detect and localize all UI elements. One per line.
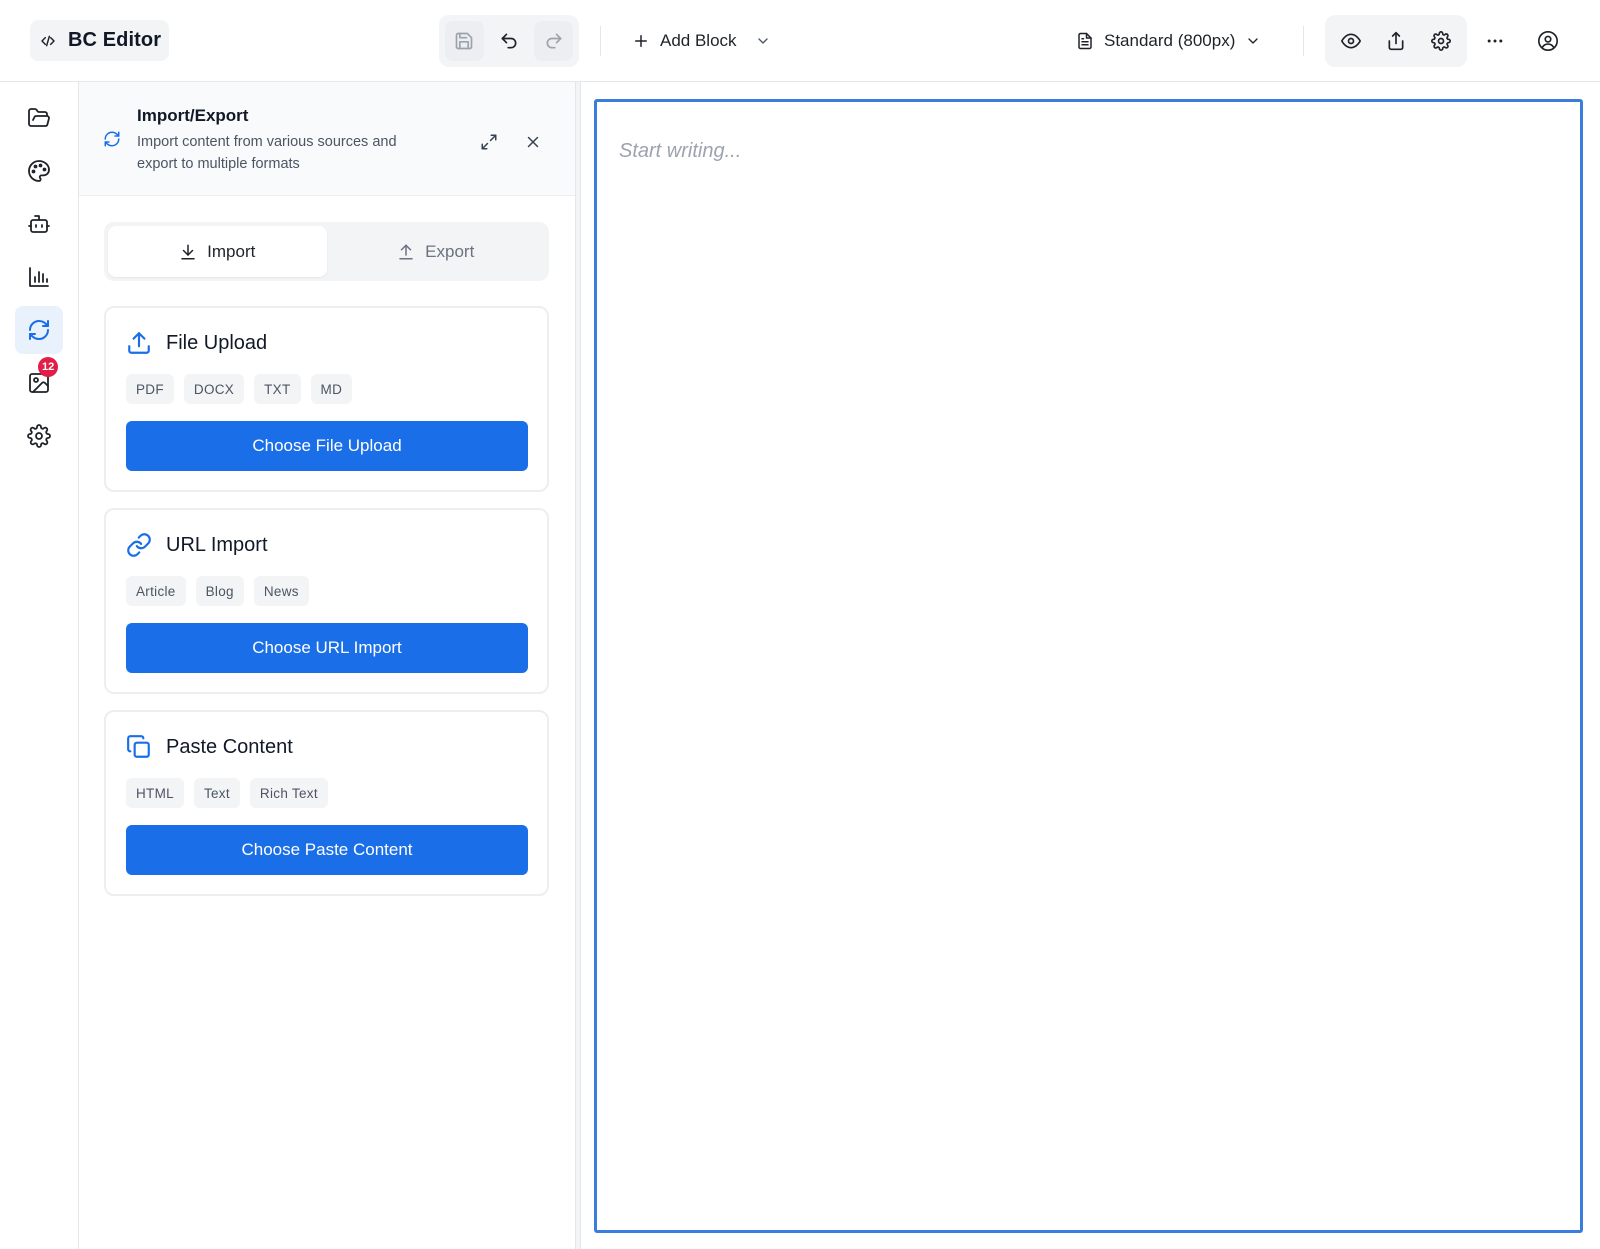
redo-icon — [544, 31, 564, 51]
card-title: Paste Content — [166, 735, 293, 758]
format-chip: HTML — [126, 778, 184, 808]
more-button[interactable] — [1476, 22, 1514, 60]
app-title: BC Editor — [68, 29, 162, 51]
add-block-button[interactable]: Add Block — [632, 22, 771, 60]
undo-button[interactable] — [490, 21, 529, 61]
folder-open-icon — [27, 106, 51, 130]
bar-chart-icon — [27, 265, 51, 289]
expand-icon — [480, 133, 498, 151]
expand-panel-button[interactable] — [475, 128, 503, 156]
refresh-icon — [103, 130, 121, 148]
format-chip: DOCX — [183, 374, 245, 404]
rail-item-media[interactable]: 12 — [15, 357, 63, 407]
plus-icon — [632, 32, 650, 50]
choose-url-import-button[interactable]: Choose URL Import — [126, 623, 528, 673]
link-icon — [126, 532, 152, 558]
tab-label: Export — [425, 241, 475, 261]
editor-placeholder: Start writing... — [619, 140, 742, 162]
view-actions-group — [1325, 15, 1467, 67]
palette-icon — [27, 159, 51, 183]
redo-button[interactable] — [534, 21, 574, 61]
page-size-select[interactable]: Standard (800px) — [1076, 22, 1261, 60]
history-group — [439, 15, 579, 67]
format-chip: TXT — [254, 374, 301, 404]
upload-icon — [397, 243, 415, 261]
gear-icon — [1430, 31, 1451, 51]
save-icon — [454, 31, 474, 51]
settings-button[interactable] — [1422, 22, 1460, 60]
preview-button[interactable] — [1332, 22, 1370, 60]
import-export-panel: Import/Export Import content from variou… — [79, 82, 575, 1249]
save-button[interactable] — [445, 21, 484, 61]
download-icon — [179, 243, 197, 261]
user-menu-button[interactable] — [1529, 22, 1567, 60]
copy-icon — [126, 734, 152, 760]
rail-item-import-export[interactable] — [15, 306, 63, 354]
document-icon — [1076, 32, 1094, 50]
app-brand[interactable]: BC Editor — [30, 20, 170, 61]
page-size-label: Standard (800px) — [1104, 31, 1236, 50]
bot-icon — [27, 212, 51, 236]
format-chip: Rich Text — [249, 778, 328, 808]
user-circle-icon — [1537, 30, 1559, 52]
tab-label: Import — [207, 241, 256, 261]
rail-item-files[interactable] — [15, 94, 63, 142]
panel-description: Import content from various sources and … — [137, 134, 397, 172]
eye-icon — [1341, 31, 1362, 51]
undo-icon — [499, 31, 519, 51]
format-chip: Article — [126, 576, 186, 606]
code-icon — [40, 33, 56, 49]
icon-rail: 12 — [0, 82, 79, 1249]
chevron-down-icon — [1245, 33, 1261, 49]
panel-header: Import/Export Import content from variou… — [79, 82, 575, 196]
tab-export[interactable]: Export — [327, 226, 546, 277]
share-button[interactable] — [1377, 22, 1415, 60]
panel-title: Import/Export — [137, 106, 249, 125]
format-chip: News — [253, 576, 309, 606]
rail-item-themes[interactable] — [15, 147, 63, 195]
card-title: URL Import — [166, 533, 268, 556]
import-export-tabs: Import Export — [104, 222, 549, 281]
choose-paste-content-button[interactable]: Choose Paste Content — [126, 825, 528, 875]
panel-resize-handle[interactable] — [575, 82, 581, 1249]
rail-item-ai[interactable] — [15, 200, 63, 248]
chevron-down-icon — [755, 33, 771, 49]
paste-content-card: Paste Content HTML Text Rich Text Choose… — [104, 710, 549, 896]
toolbar-divider — [600, 26, 601, 56]
notification-badge: 12 — [38, 357, 59, 377]
top-toolbar: BC Editor Add Block Standard (800px) — [0, 0, 1600, 82]
upload-icon — [126, 330, 152, 356]
url-import-card: URL Import Article Blog News Choose URL … — [104, 508, 549, 694]
card-title: File Upload — [166, 331, 268, 354]
choose-file-upload-button[interactable]: Choose File Upload — [126, 421, 528, 471]
rail-item-analytics[interactable] — [15, 253, 63, 301]
format-chip: PDF — [126, 374, 174, 404]
close-icon — [524, 133, 542, 151]
format-chip: Text — [193, 778, 240, 808]
more-horizontal-icon — [1485, 31, 1505, 51]
rail-item-settings[interactable] — [15, 412, 63, 460]
format-chip: MD — [310, 374, 353, 404]
share-icon — [1386, 31, 1406, 51]
file-upload-card: File Upload PDF DOCX TXT MD Choose File … — [104, 306, 549, 492]
add-block-label: Add Block — [660, 31, 737, 50]
toolbar-divider — [1303, 26, 1304, 56]
gear-icon — [27, 424, 51, 448]
format-chip: Blog — [195, 576, 244, 606]
tab-import[interactable]: Import — [108, 226, 327, 277]
close-panel-button[interactable] — [519, 128, 547, 156]
refresh-icon — [27, 318, 51, 342]
editor-canvas[interactable]: Start writing... — [594, 99, 1583, 1233]
